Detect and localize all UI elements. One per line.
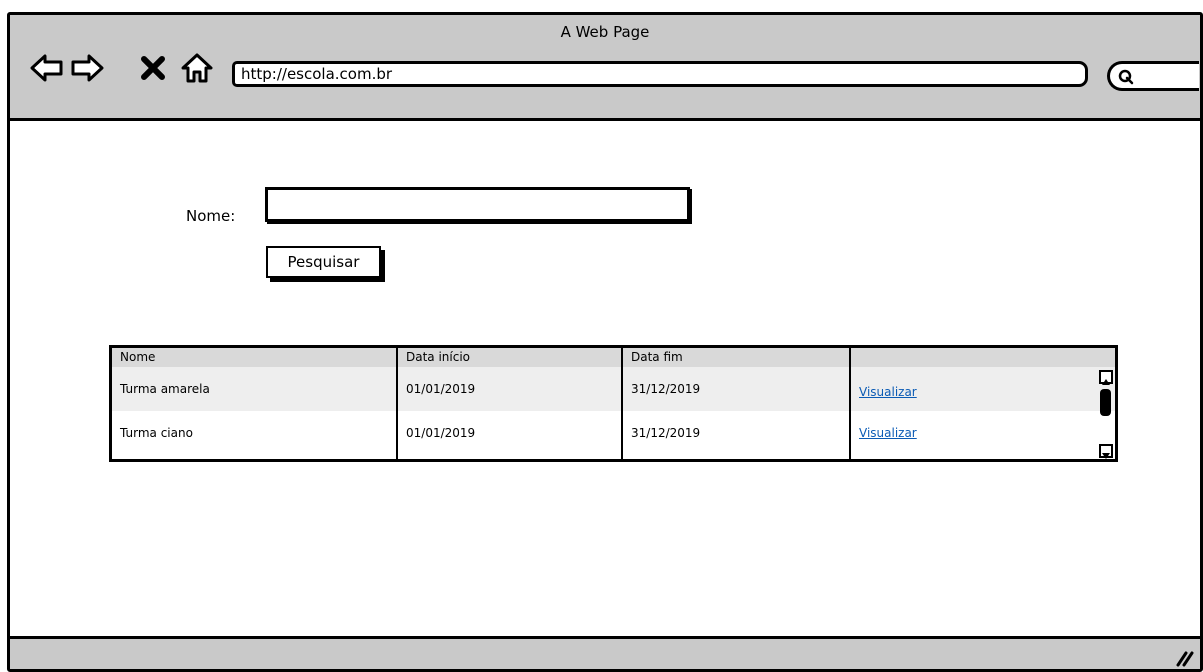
table-row: Turma amarela 01/01/2019 31/12/2019 Visu… (112, 367, 1115, 411)
column-header-action (851, 348, 859, 367)
search-icon (1118, 69, 1134, 85)
column-divider (396, 348, 398, 459)
triangle-up-icon (1102, 379, 1110, 385)
name-label: Nome: (186, 207, 236, 225)
resize-grip-icon[interactable] (1174, 647, 1194, 667)
column-divider (849, 348, 851, 459)
url-bar[interactable]: http://escola.com.br (232, 61, 1088, 87)
view-link[interactable]: Visualizar (851, 367, 917, 411)
cell-start-date: 01/01/2019 (406, 382, 476, 396)
name-input[interactable] (265, 187, 690, 222)
results-table: Nome Data início Data fim Turma amarela … (109, 345, 1118, 462)
search-button[interactable]: Pesquisar (266, 246, 381, 278)
home-icon[interactable] (180, 51, 214, 85)
browser-window: A Web Page http://escola.com.br Nome: Pe… (7, 12, 1203, 672)
scroll-down-button[interactable] (1099, 444, 1113, 459)
cell-name: Turma amarela (120, 382, 210, 396)
cell-end-date: 31/12/2019 (631, 426, 701, 440)
view-link[interactable]: Visualizar (851, 411, 917, 455)
back-icon[interactable] (30, 51, 64, 85)
forward-icon[interactable] (70, 51, 104, 85)
browser-search-field[interactable] (1107, 61, 1199, 91)
table-header: Nome Data início Data fim (112, 348, 1115, 367)
column-header-start-date: Data início (406, 350, 471, 364)
column-header-end-date: Data fim (631, 350, 683, 364)
cell-end-date: 31/12/2019 (631, 382, 701, 396)
column-divider (621, 348, 623, 459)
scroll-up-button[interactable] (1099, 370, 1113, 385)
close-icon[interactable] (136, 51, 170, 85)
window-title: A Web Page (560, 23, 650, 41)
cell-start-date: 01/01/2019 (406, 426, 476, 440)
browser-toolbar: A Web Page http://escola.com.br (10, 15, 1200, 121)
triangle-down-icon (1102, 453, 1110, 459)
cell-name: Turma ciano (120, 426, 193, 440)
table-scrollbar[interactable] (1099, 370, 1113, 459)
table-row: Turma ciano 01/01/2019 31/12/2019 Visual… (112, 411, 1115, 455)
column-header-name: Nome (120, 350, 156, 364)
scroll-thumb[interactable] (1100, 389, 1111, 416)
browser-statusbar (10, 636, 1200, 669)
